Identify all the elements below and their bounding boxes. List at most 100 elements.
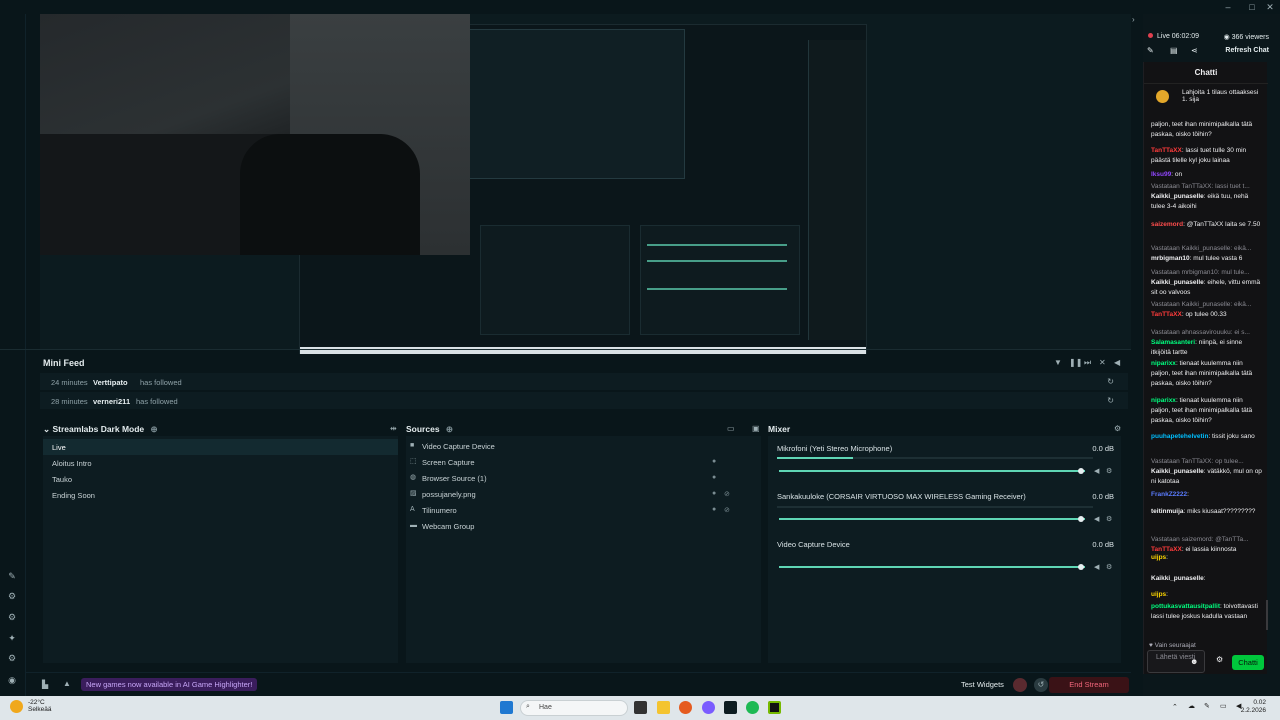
volume-fader[interactable] bbox=[779, 566, 1085, 568]
chat-username[interactable]: niparixx bbox=[1151, 397, 1176, 404]
fader-knob[interactable] bbox=[1078, 564, 1084, 570]
task-view-icon[interactable] bbox=[634, 701, 647, 714]
chat-username[interactable]: TanTTaXX bbox=[1151, 147, 1182, 154]
spotify-icon[interactable] bbox=[746, 701, 759, 714]
volume-fader[interactable] bbox=[779, 518, 1085, 520]
stream-preview[interactable] bbox=[40, 14, 1131, 359]
source-item[interactable]: ⬚ Screen Capture ● bbox=[406, 455, 761, 471]
scene-collection-title[interactable]: Streamlabs Dark Mode bbox=[53, 424, 145, 434]
source-item[interactable]: ◍ Browser Source (1) ● bbox=[406, 471, 761, 487]
volume-icon[interactable]: ◀ bbox=[1114, 358, 1120, 367]
emote-icon[interactable]: ☻ bbox=[1190, 657, 1198, 666]
chat-username[interactable]: niparixx bbox=[1151, 360, 1176, 367]
chat-username[interactable]: Kaikki_punaselle bbox=[1151, 193, 1204, 200]
popout-icon[interactable]: ▤ bbox=[1170, 46, 1178, 55]
reply-context[interactable]: Vastataan TanTTaXX: lassi tuet t... bbox=[1151, 182, 1263, 192]
repeat-alert-icon[interactable]: ↻ bbox=[1107, 396, 1114, 405]
warning-icon[interactable]: ▲ bbox=[63, 679, 71, 688]
chat-username[interactable]: teitinmuija bbox=[1151, 508, 1184, 515]
weather-widget[interactable]: -22°C Selkeää bbox=[28, 699, 52, 713]
replay-buffer-icon[interactable]: ↺ bbox=[1034, 678, 1048, 692]
visibility-icon[interactable]: ⊘ bbox=[724, 506, 730, 514]
lock-icon[interactable]: ● bbox=[712, 490, 716, 497]
source-item[interactable]: ■ Video Capture Device bbox=[406, 439, 761, 455]
chat-username[interactable]: Kaikki_punaselle bbox=[1151, 575, 1204, 582]
reply-context[interactable]: Vastataan ahnassavirouuku: ei s... bbox=[1151, 328, 1263, 338]
transition-icon[interactable]: ⇹ bbox=[390, 424, 397, 433]
themes-icon[interactable]: ⚙ bbox=[6, 611, 18, 623]
reply-context[interactable]: Vastataan saizemord: @TanTTa... bbox=[1151, 535, 1263, 545]
cloud-icon[interactable]: ☁ bbox=[1188, 702, 1195, 710]
performance-icon[interactable]: ▙ bbox=[42, 680, 48, 689]
chat-username[interactable]: Salamasanteri bbox=[1151, 339, 1195, 346]
discord-icon[interactable] bbox=[702, 701, 715, 714]
skip-icon[interactable]: ⏭ bbox=[1084, 358, 1091, 368]
chevron-right-icon[interactable]: › bbox=[1132, 15, 1135, 24]
chat-username[interactable]: TanTTaXX bbox=[1151, 311, 1182, 318]
highlighter-banner[interactable]: New games now available in AI Game Highl… bbox=[81, 678, 258, 691]
chat-username[interactable]: puuhapetehelvetin bbox=[1151, 433, 1208, 440]
firefox-icon[interactable] bbox=[679, 701, 692, 714]
chat-username[interactable]: pottukasvattausitpallit bbox=[1151, 603, 1220, 610]
speaker-icon[interactable]: ◀ bbox=[1094, 467, 1099, 475]
alert-icon[interactable]: ✦ bbox=[6, 632, 18, 644]
reply-context[interactable]: Vastataan TanTTaXX: op tulee... bbox=[1151, 457, 1263, 467]
fader-knob[interactable] bbox=[1078, 516, 1084, 522]
lock-icon[interactable]: ● bbox=[712, 474, 716, 481]
channel-settings-icon[interactable]: ⚙ bbox=[1106, 467, 1112, 475]
pen-icon[interactable]: ✎ bbox=[1204, 702, 1210, 710]
maximize-icon[interactable]: □ bbox=[1245, 1, 1259, 13]
channel-settings-icon[interactable]: ⚙ bbox=[1106, 515, 1112, 523]
chat-username[interactable]: uijps bbox=[1151, 591, 1166, 598]
share-icon[interactable]: ⋖ bbox=[1191, 46, 1198, 55]
feed-user[interactable]: Verttipato bbox=[93, 378, 128, 387]
chat-username[interactable]: TanTTaXX bbox=[1151, 546, 1182, 553]
source-item[interactable]: ▨ possujanely.png ● ⊘ bbox=[406, 487, 761, 503]
volume-fader[interactable] bbox=[779, 470, 1085, 472]
reply-context[interactable]: Vastataan mrbigman10: mul tule... bbox=[1151, 268, 1263, 278]
speaker-icon[interactable]: ◀ bbox=[1094, 563, 1099, 571]
reply-context[interactable]: Vastataan Kaikki_punaselle: eikä... bbox=[1151, 300, 1263, 310]
minimize-icon[interactable]: – bbox=[1221, 1, 1235, 13]
send-chat-button[interactable]: Chatti bbox=[1232, 655, 1264, 670]
file-explorer-icon[interactable] bbox=[657, 701, 670, 714]
pause-icon[interactable]: ❚❚ bbox=[1069, 358, 1082, 367]
test-widgets-button[interactable]: Test Widgets bbox=[961, 680, 1004, 689]
repeat-alert-icon[interactable]: ↻ bbox=[1107, 377, 1114, 386]
chat-username[interactable]: Kaikki_punaselle bbox=[1151, 279, 1204, 286]
nvidia-icon[interactable] bbox=[768, 701, 781, 714]
streamlabs-icon[interactable] bbox=[724, 701, 737, 714]
chat-scrollbar[interactable] bbox=[1266, 600, 1268, 630]
end-stream-button[interactable]: End Stream bbox=[1049, 677, 1129, 693]
scene-item-live[interactable]: Live bbox=[43, 439, 398, 455]
chat-username[interactable]: uijps bbox=[1151, 554, 1166, 561]
settings-icon[interactable]: ⚙ bbox=[1216, 655, 1223, 664]
apps-icon[interactable]: ⚙ bbox=[6, 590, 18, 602]
search-box[interactable]: ⌕ Hae bbox=[520, 700, 628, 716]
chat-username[interactable]: Kaikki_punaselle bbox=[1151, 468, 1204, 475]
add-scene-icon[interactable]: ⊕ bbox=[151, 424, 158, 434]
chat-username[interactable]: FrankZ2222 bbox=[1151, 491, 1187, 498]
chat-username[interactable]: Iksu99 bbox=[1151, 171, 1171, 178]
fader-knob[interactable] bbox=[1078, 468, 1084, 474]
feed-user[interactable]: verneri211 bbox=[93, 397, 130, 406]
start-icon[interactable] bbox=[500, 701, 513, 714]
refresh-chat-button[interactable]: Refresh Chat bbox=[1225, 47, 1269, 54]
studio-mode-icon[interactable]: ▭ bbox=[727, 424, 735, 433]
highlighter-icon[interactable]: ✎ bbox=[6, 570, 18, 582]
collapse-icon[interactable]: ⌄ bbox=[43, 424, 50, 434]
scene-item-ending[interactable]: Ending Soon bbox=[43, 487, 398, 503]
lock-icon[interactable]: ● bbox=[712, 458, 716, 465]
scene-item-break[interactable]: Tauko bbox=[43, 471, 398, 487]
reply-context[interactable]: Vastataan Kaikki_punaselle: eikä... bbox=[1151, 244, 1263, 254]
settings-icon[interactable]: ⚙ bbox=[6, 652, 18, 664]
chat-username[interactable]: mrbigman10 bbox=[1151, 255, 1190, 262]
mute-icon[interactable]: ✕ bbox=[1099, 358, 1106, 367]
visibility-icon[interactable]: ⊘ bbox=[724, 490, 730, 498]
chat-username[interactable]: saizemord bbox=[1151, 221, 1183, 228]
scene-item-intro[interactable]: Aloitus Intro bbox=[43, 455, 398, 471]
system-clock[interactable]: 0.02 2.2.2026 bbox=[1241, 699, 1266, 715]
source-item[interactable]: ▬ Webcam Group bbox=[406, 519, 761, 535]
monitor-icon[interactable]: ▭ bbox=[1220, 702, 1227, 710]
lock-icon[interactable]: ● bbox=[712, 506, 716, 513]
